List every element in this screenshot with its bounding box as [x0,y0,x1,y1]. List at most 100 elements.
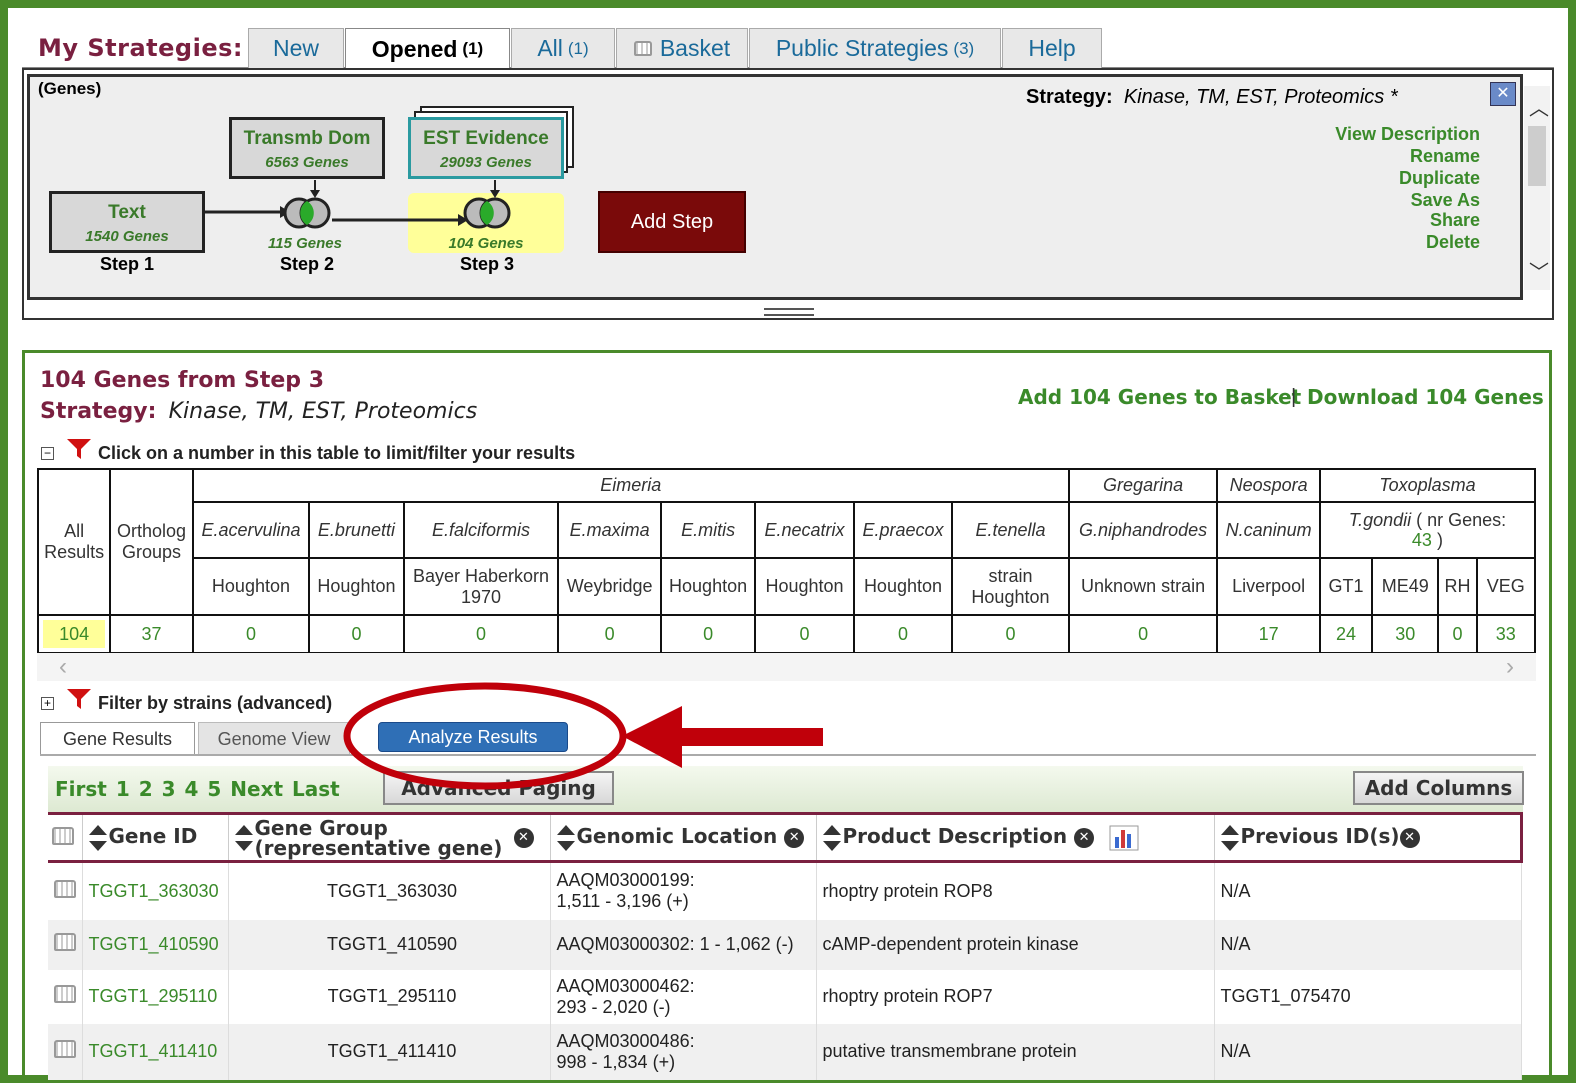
remove-column-icon[interactable]: ✕ [1399,827,1420,848]
sort-icon[interactable] [556,824,575,851]
basket-icon[interactable] [54,879,76,898]
step3-box[interactable]: EST Evidence 29093 Genes [408,117,564,179]
basket-cell[interactable] [48,1023,83,1080]
add-columns-button[interactable]: Add Columns [1353,771,1524,805]
sort-icon[interactable] [1220,824,1239,851]
gene-id-link[interactable]: TGGT1_295110 [89,986,218,1006]
filter-count[interactable]: 0 [308,614,405,654]
filter-count[interactable]: 0 [191,614,311,654]
step1-box[interactable]: Text 1540 Genes [49,191,205,253]
filter-table-scrollbar[interactable]: ‹ › [37,653,1536,681]
filter-count[interactable]: 0 [1067,614,1219,654]
pager-last[interactable]: Last [292,777,340,801]
sort-icon[interactable] [234,824,253,851]
filter-count[interactable]: 0 [852,614,954,654]
scroll-up-icon[interactable]: ︿ [1529,92,1549,121]
filter-count[interactable]: 24 [1318,614,1374,654]
strategy-name[interactable]: Kinase, TM, EST, Proteomics * [1124,86,1398,108]
all-results-count[interactable]: 104 [43,620,106,648]
scroll-right-icon[interactable]: › [1506,653,1514,681]
expand-icon[interactable]: + [41,697,54,710]
sort-icon[interactable] [822,824,841,851]
basket-cell[interactable] [48,919,83,970]
delete-link[interactable]: Delete [1426,232,1480,253]
gene-id-link[interactable]: TGGT1_410590 [89,934,219,954]
filter-count[interactable]: 33 [1475,614,1537,654]
close-strategy-icon[interactable]: ✕ [1490,82,1516,106]
nr-genes-value[interactable]: 43 [1412,530,1432,550]
gene-id-header[interactable]: Gene ID [82,812,229,863]
strain-cell: RH [1437,557,1478,616]
tab-public-label: Public Strategies [775,35,949,61]
scroll-down-icon[interactable]: ﹀ [1529,256,1549,285]
view-description-link[interactable]: View Description [1335,124,1480,145]
share-link[interactable]: Share [1430,210,1480,231]
gene-id-link[interactable]: TGGT1_363030 [89,881,219,901]
remove-column-icon[interactable]: ✕ [784,827,805,848]
resize-handle[interactable] [764,308,814,316]
remove-column-icon[interactable]: ✕ [513,827,534,848]
tab-all[interactable]: All (1) [511,28,615,68]
basket-icon[interactable] [54,933,76,951]
tab-basket[interactable]: Basket [616,28,748,68]
pager-page[interactable]: 4 [185,777,199,801]
remove-column-icon[interactable]: ✕ [1074,827,1095,848]
all-results-count-cell[interactable]: 104 [36,614,112,654]
product-description-header[interactable]: Product Description ✕ [816,812,1215,863]
pager-first[interactable]: First [55,777,107,801]
genomic-location-header[interactable]: Genomic Location ✕ [550,812,817,863]
intersect-step2-icon[interactable] [280,196,334,230]
gene-group-header[interactable]: Gene Group (representative gene) ✕ [228,812,551,863]
genomic-location-header-label: Genomic Location [576,824,778,849]
scroll-thumb[interactable] [1528,126,1546,186]
save-as-link[interactable]: Save As [1411,190,1480,211]
basket-icon[interactable] [54,985,76,1003]
add-step-button[interactable]: Add Step [598,191,746,253]
pager-page[interactable]: 2 [139,777,153,801]
sort-icon[interactable] [88,824,107,851]
pager-page[interactable]: 1 [116,777,130,801]
filter-count[interactable]: 30 [1371,614,1440,654]
bar-chart-icon[interactable] [1109,825,1139,851]
tab-genome-view[interactable]: Genome View [198,722,350,756]
filter-count[interactable]: 0 [754,614,855,654]
intersect-step3-icon[interactable] [460,196,514,230]
filter-by-strains-link[interactable]: Filter by strains (advanced) [98,693,332,714]
tab-public-strategies[interactable]: Public Strategies (3) [749,28,1001,68]
filter-count[interactable]: 0 [659,614,757,654]
filter-count[interactable]: 17 [1216,614,1321,654]
strain-cell: Unknown strain [1067,557,1219,616]
ortholog-count[interactable]: 37 [109,614,194,654]
basket-cell[interactable] [48,861,83,920]
strain-cell: Houghton [659,557,757,616]
duplicate-link[interactable]: Duplicate [1399,168,1480,189]
rename-link[interactable]: Rename [1410,146,1480,167]
pager-next[interactable]: Next [230,777,283,801]
basket-column-header[interactable] [48,812,83,863]
filter-count[interactable]: 0 [951,614,1070,654]
previous-id-cell: N/A [1214,861,1522,920]
filter-count[interactable]: 0 [557,614,662,654]
strategy-scrollbar[interactable]: ︿ ﹀ [1524,86,1550,290]
filter-count[interactable]: 0 [402,614,560,654]
tab-gene-results[interactable]: Gene Results [40,722,195,756]
tab-opened[interactable]: Opened (1) [345,28,510,69]
add-to-basket-link[interactable]: Add 104 Genes to Basket [1018,385,1301,409]
scroll-left-icon[interactable]: ‹ [59,653,67,681]
previous-ids-header[interactable]: Previous ID(s) ✕ [1214,812,1523,863]
filter-count[interactable]: 0 [1437,614,1478,654]
download-link[interactable]: Download 104 Genes [1307,385,1544,409]
pager-page[interactable]: 5 [207,777,221,801]
gene-group-cell: TGGT1_295110 [228,969,551,1024]
basket-icon[interactable] [54,1040,76,1058]
step2-box[interactable]: Transmb Dom 6563 Genes [229,117,385,179]
basket-cell[interactable] [48,969,83,1024]
strain-cell: Houghton [754,557,855,616]
tab-help[interactable]: Help [1002,28,1102,68]
all-results-header: All Results [36,468,112,616]
collapse-icon[interactable]: − [41,447,54,460]
gene-id-link[interactable]: TGGT1_411410 [89,1041,218,1061]
pager-page[interactable]: 3 [162,777,176,801]
tab-new[interactable]: New [248,28,344,68]
basket-icon[interactable] [52,826,74,845]
